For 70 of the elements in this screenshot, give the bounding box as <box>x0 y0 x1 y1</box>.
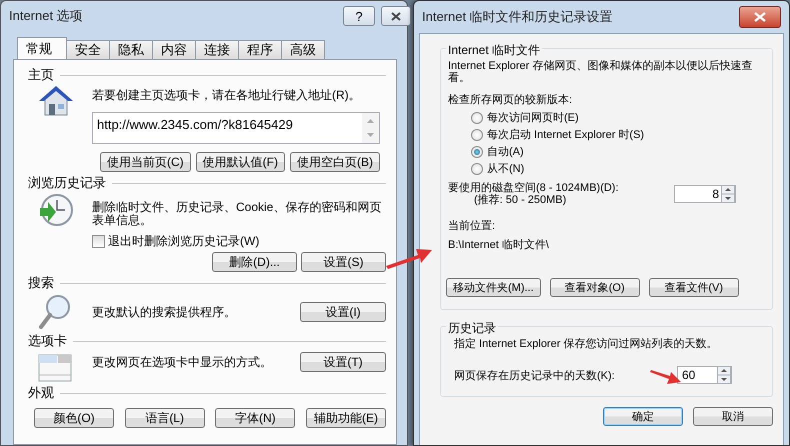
button[interactable]: 查看文件(V) <box>648 278 739 297</box>
label: 检查所存网页的较新版本: <box>447 92 574 107</box>
description: 更改默认的搜索提供程序。 <box>92 306 236 318</box>
radio-button[interactable] <box>471 146 483 158</box>
button[interactable]: 设置(I) <box>300 302 386 322</box>
radio-label: 从不(N) <box>487 162 524 176</box>
house-icon <box>38 84 74 118</box>
description: 指定 Internet Explorer 保存您访问过网站列表的天数。 <box>453 338 718 350</box>
folder-path: B:\Internet 临时文件\ <box>447 238 550 252</box>
tab[interactable]: 常规 <box>17 37 67 59</box>
help-button[interactable]: ? <box>343 6 375 26</box>
window-title: Internet 临时文件和历史记录设置 <box>422 8 614 26</box>
section-heading: 外观 <box>28 384 54 402</box>
button[interactable]: 使用当前页(C) <box>100 152 191 172</box>
disk-space-field[interactable]: 8 <box>674 185 736 203</box>
button[interactable]: 使用空白页(B) <box>290 152 380 172</box>
close-button[interactable] <box>381 6 411 26</box>
checkbox[interactable] <box>92 235 105 248</box>
button[interactable]: 语言(L) <box>124 408 205 428</box>
button[interactable]: 字体(N) <box>215 408 296 428</box>
spinner-icon[interactable] <box>717 366 731 384</box>
description: Internet Explorer 存储网页、图像和媒体的副本以便以后快速查看。 <box>447 60 754 84</box>
radio-button[interactable] <box>471 128 483 140</box>
radio-label: 自动(A) <box>487 145 524 159</box>
tab[interactable]: 程序 <box>238 40 282 59</box>
button[interactable]: 使用默认值(F) <box>196 152 285 172</box>
spinner-icon[interactable] <box>721 185 735 203</box>
button[interactable]: 设置(S) <box>301 252 386 272</box>
url-field[interactable]: http://www.2345.com/?k81645429 <box>92 112 380 144</box>
radio-label: 每次启动 Internet Explorer 时(S) <box>487 128 644 142</box>
button[interactable]: 删除(D)... <box>212 252 297 272</box>
tab[interactable]: 隐私 <box>109 40 153 59</box>
tabs-icon <box>38 352 72 382</box>
clock-icon <box>38 192 74 228</box>
radio-label: 每次访问网页时(E) <box>487 110 579 125</box>
label: 网页保存在历史记录中的天数(K): <box>454 368 615 382</box>
group-heading: Internet 临时文件 <box>446 42 542 59</box>
window-title: Internet 选项 <box>9 7 84 25</box>
close-icon <box>391 12 401 20</box>
section-heading: 浏览历史记录 <box>28 174 106 192</box>
button[interactable]: 颜色(O) <box>34 408 114 428</box>
description: 若要创建主页选项卡，请在各地址行键入地址(R)。 <box>92 87 362 102</box>
days-field[interactable]: 60 <box>677 366 732 384</box>
group-heading: 历史记录 <box>446 320 498 337</box>
close-icon <box>754 12 766 22</box>
button[interactable]: 取消 <box>693 407 773 426</box>
button[interactable]: 确定 <box>603 407 683 426</box>
radio-button[interactable] <box>471 112 483 124</box>
checkbox-label: 退出时删除浏览历史记录(W) <box>108 233 260 250</box>
tab[interactable]: 高级 <box>281 40 325 59</box>
label: 要使用的磁盘空间(8 - 1024MB)(D): <box>448 182 619 194</box>
label: (推荐: 50 - 250MB) <box>473 194 568 206</box>
close-button[interactable] <box>739 6 781 28</box>
annotation-arrow <box>650 367 682 387</box>
magnifier-icon <box>38 294 72 330</box>
tab[interactable]: 安全 <box>66 40 110 59</box>
label: 当前位置: <box>447 219 496 233</box>
button[interactable]: 辅助功能(E) <box>306 408 386 428</box>
button[interactable]: 移动文件夹(M)... <box>446 278 541 297</box>
description: 删除临时文件、历史记录、Cookie、保存的密码和网页表单信息。 <box>92 199 382 227</box>
tab[interactable]: 连接 <box>195 40 239 59</box>
tab[interactable]: 内容 <box>152 40 196 59</box>
scrollbar[interactable] <box>362 113 379 143</box>
button[interactable]: 查看对象(O) <box>550 278 640 297</box>
description: 更改网页在选项卡中显示的方式。 <box>92 356 272 368</box>
section-heading: 选项卡 <box>28 332 67 350</box>
button[interactable]: 设置(T) <box>300 352 386 372</box>
radio-button[interactable] <box>471 162 483 174</box>
section-heading: 搜索 <box>28 274 54 292</box>
section-heading: 主页 <box>28 66 54 84</box>
